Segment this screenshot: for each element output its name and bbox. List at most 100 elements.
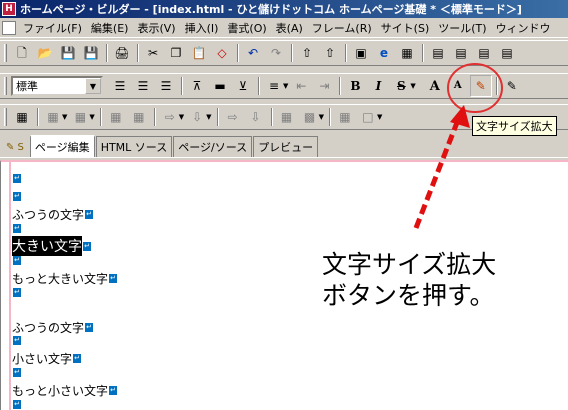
select-column-button[interactable]: ⇩	[186, 106, 208, 128]
menu-window[interactable]: ウィンドウ	[493, 20, 557, 36]
editor-line[interactable]: ↵	[12, 192, 21, 201]
image-button[interactable]: ▣	[350, 42, 372, 64]
cell-props-button[interactable]: ▦	[276, 106, 298, 128]
chevron-down-icon[interactable]: ▼	[319, 113, 324, 121]
return-mark-icon: ↵	[13, 224, 21, 233]
italic-button[interactable]: I	[367, 75, 389, 97]
align-right-button[interactable]: ☰	[155, 75, 177, 97]
publish-button[interactable]: ⇧	[319, 42, 341, 64]
editor-line[interactable]: ↵	[12, 256, 21, 265]
editor-line[interactable]: ↵	[12, 174, 21, 183]
editor-line[interactable]: ふつうの文字 ↵	[12, 319, 94, 336]
menu-file[interactable]: ファイル(F)	[20, 20, 88, 36]
toolbar-grip[interactable]	[4, 77, 7, 95]
menu-frame[interactable]: フレーム(R)	[309, 20, 378, 36]
cut-button[interactable]: ✂	[142, 42, 164, 64]
split-cells-button[interactable]: ▦	[128, 106, 150, 128]
window-button-4[interactable]: ▤	[496, 42, 518, 64]
print-button[interactable]: 🖨	[111, 42, 133, 64]
browser-preview-button[interactable]: e	[373, 42, 395, 64]
select-row-button[interactable]: ⇨	[159, 106, 181, 128]
eraser-button[interactable]: ◇	[211, 42, 233, 64]
editor-line[interactable]: ふつうの文字 ↵	[12, 206, 94, 223]
chevron-down-icon[interactable]: ▼	[89, 113, 94, 121]
tab-page-edit[interactable]: ページ編集	[29, 135, 95, 157]
undo-button[interactable]: ↶	[242, 42, 264, 64]
tab-page-source[interactable]: ページ/ソース	[173, 136, 253, 157]
bold-button[interactable]: B	[344, 75, 366, 97]
text-color-button[interactable]: ✎	[469, 75, 492, 97]
bullet-list-button[interactable]: ≡	[263, 75, 285, 97]
copy-button[interactable]: ❐	[165, 42, 187, 64]
edit-tool-button[interactable]: ✎	[501, 75, 523, 97]
strikethrough-button[interactable]: S	[390, 75, 412, 97]
menu-site[interactable]: サイト(S)	[378, 20, 436, 36]
align-center-button[interactable]: ☰	[132, 75, 154, 97]
insert-table-button[interactable]: ▦	[11, 106, 33, 128]
merge-cells-button[interactable]: ▦	[105, 106, 127, 128]
font-size-decrease-button[interactable]: A	[447, 75, 469, 97]
insert-row-button[interactable]: ▦	[42, 106, 64, 128]
outdent-button[interactable]: ⇤	[290, 75, 312, 97]
valign-bottom-button[interactable]: ⊻	[232, 75, 254, 97]
insert-column-button[interactable]: ▦	[69, 106, 91, 128]
paste-button[interactable]: 📋	[188, 42, 210, 64]
eraser-icon: ◇	[217, 46, 227, 60]
move-down-button[interactable]: ⇩	[245, 106, 267, 128]
selected-text[interactable]: 大きい文字	[12, 236, 82, 256]
window-button-3[interactable]: ▤	[473, 42, 495, 64]
editor-line[interactable]: ↵	[12, 368, 21, 377]
app-icon[interactable]: H	[2, 2, 16, 16]
cell-align-button[interactable]: ▦	[334, 106, 356, 128]
new-file-button[interactable]: 🗋	[11, 42, 33, 64]
editor-line-selected[interactable]: 大きい文字 ↵	[12, 236, 91, 256]
return-mark-icon: ↵	[73, 354, 82, 363]
document-icon[interactable]	[2, 20, 16, 35]
move-right-button[interactable]: ⇨	[222, 106, 244, 128]
pencil-icon: ✎ S	[6, 142, 24, 153]
chevron-down-icon[interactable]: ▼	[283, 82, 288, 90]
editor-line[interactable]: もっと小さい文字 ↵	[12, 382, 118, 399]
paste-icon: 📋	[191, 46, 207, 60]
indent-button[interactable]: ⇥	[313, 75, 335, 97]
tab-preview[interactable]: プレビュー	[253, 136, 319, 157]
editor-line[interactable]: 小さい文字 ↵	[12, 350, 82, 367]
menu-table[interactable]: 表(A)	[273, 20, 309, 36]
editor-line[interactable]: ↵	[12, 224, 21, 233]
font-size-increase-button[interactable]: A	[424, 75, 446, 97]
undo-icon: ↶	[247, 46, 259, 60]
editor-line[interactable]: ↵	[12, 400, 21, 409]
table-insert-button[interactable]: ▦	[396, 42, 418, 64]
chevron-down-icon[interactable]: ▼	[62, 113, 67, 121]
valign-top-button[interactable]: ⊼	[186, 75, 208, 97]
save-button[interactable]: 💾	[57, 42, 79, 64]
menu-edit[interactable]: 編集(E)	[88, 20, 135, 36]
toolbar-grip[interactable]	[4, 108, 7, 126]
tab-html-source[interactable]: HTML ソース	[95, 136, 173, 157]
chevron-down-icon[interactable]: ▼	[206, 113, 211, 121]
open-button[interactable]: 📂	[34, 42, 56, 64]
menu-tools[interactable]: ツール(T)	[435, 20, 492, 36]
cell-fill-button[interactable]: ▩	[299, 106, 321, 128]
chevron-down-icon[interactable]: ▼	[179, 113, 184, 121]
editor-line[interactable]: ↵	[12, 288, 21, 297]
menu-format[interactable]: 書式(O)	[224, 20, 272, 36]
save-all-button[interactable]: 💾	[80, 42, 102, 64]
chevron-down-icon[interactable]: ▼	[410, 82, 415, 90]
editor-line[interactable]: ↵	[12, 336, 21, 345]
return-mark-icon: ↵	[13, 174, 21, 183]
editor-line[interactable]: もっと大きい文字 ↵	[12, 270, 118, 287]
window-button-1[interactable]: ▤	[427, 42, 449, 64]
menu-insert[interactable]: 挿入(I)	[182, 20, 225, 36]
window-button-2[interactable]: ▤	[450, 42, 472, 64]
chevron-down-icon[interactable]: ▼	[85, 78, 101, 94]
cell-border-button[interactable]: □	[357, 106, 379, 128]
menu-view[interactable]: 表示(V)	[134, 20, 181, 36]
redo-button[interactable]: ↷	[265, 42, 287, 64]
chevron-down-icon[interactable]: ▼	[377, 113, 382, 121]
paragraph-style-select[interactable]: 標準 ▼	[11, 76, 103, 96]
upload-button[interactable]: ⇧	[296, 42, 318, 64]
align-left-button[interactable]: ☰	[109, 75, 131, 97]
valign-middle-button[interactable]: ▬	[209, 75, 231, 97]
toolbar-grip[interactable]	[4, 44, 7, 62]
